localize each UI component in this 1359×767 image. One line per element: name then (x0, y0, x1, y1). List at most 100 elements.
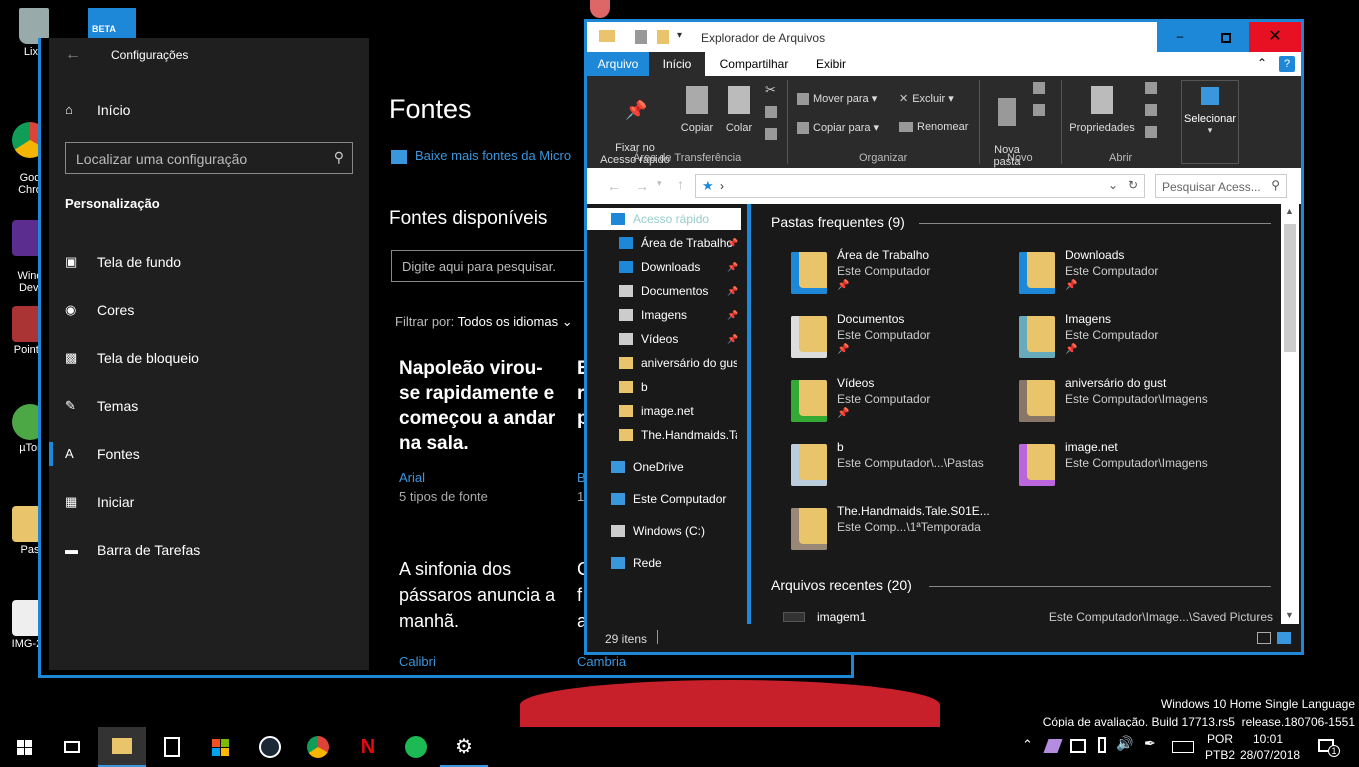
nav-item-onedrive[interactable]: OneDrive (587, 456, 747, 478)
font-search-input[interactable]: Digite aqui para pesquisar. (391, 250, 591, 282)
cut-icon[interactable]: ✂ (765, 82, 776, 98)
pen-icon[interactable] (1043, 739, 1063, 753)
edit-icon[interactable] (1145, 104, 1157, 116)
store-link[interactable]: Baixe mais fontes da Micro (391, 148, 571, 164)
tab-inicio[interactable]: Início (649, 52, 705, 76)
open-icon[interactable] (1145, 82, 1157, 94)
folder-tile[interactable]: Documentos Este Computador 📌 (791, 312, 1021, 372)
settings-home[interactable]: ⌂ Início (65, 96, 130, 124)
show-hidden-icons[interactable]: ⌃ (1022, 737, 1033, 753)
sidebar-item-fontes[interactable]: A​ Fontes (65, 440, 140, 468)
folder-tile[interactable]: Área de Trabalho Este Computador 📌 (791, 248, 1021, 308)
start-button[interactable] (0, 727, 48, 767)
language-indicator[interactable]: POR PTB2 (1200, 731, 1240, 763)
sidebar-item-tela-de-fundo[interactable]: ▣ Tela de fundo (65, 248, 181, 276)
tab-arquivo[interactable]: Arquivo (587, 52, 649, 76)
new-folder-quick-icon[interactable] (657, 30, 669, 44)
explorer-search-box[interactable]: Pesquisar Acess... ⚲ (1155, 174, 1287, 198)
maximize-button[interactable] (1203, 22, 1249, 52)
scrollbar[interactable]: ▲ ▼ (1281, 204, 1299, 624)
keyboard-icon[interactable] (1172, 741, 1194, 753)
folder-tile[interactable]: Downloads Este Computador 📌 (1019, 248, 1249, 308)
history-icon[interactable] (1145, 126, 1157, 138)
folder-tile[interactable]: Imagens Este Computador 📌 (1019, 312, 1249, 372)
minimize-button[interactable]: – (1157, 22, 1203, 52)
nav-item-the-handmaids-tal[interactable]: The.Handmaids.Tal (587, 424, 747, 446)
nav-item-este-computador[interactable]: Este Computador (587, 488, 747, 510)
store-taskbar-button[interactable] (196, 727, 244, 767)
copy-path-icon[interactable] (765, 106, 777, 118)
folder-tile[interactable]: image.net Este Computador\Imagens (1019, 440, 1249, 500)
tab-exibir[interactable]: Exibir (801, 52, 861, 76)
easy-access-icon[interactable] (1033, 104, 1045, 116)
volume-icon[interactable]: 🔊 (1116, 735, 1133, 752)
folder-tile[interactable]: Vídeos Este Computador 📌 (791, 376, 1021, 436)
nav-item-windows-c-[interactable]: Windows (C:) (587, 520, 747, 542)
sidebar-item-tela-de-bloqueio[interactable]: ▩ Tela de bloqueio (65, 344, 199, 372)
nav-item-image-net[interactable]: image.net (587, 400, 747, 422)
up-arrow-icon[interactable]: ↑ (677, 176, 684, 192)
sidebar-item-iniciar[interactable]: ▦ Iniciar (65, 488, 134, 516)
tab-compartilhar[interactable]: Compartilhar (711, 52, 797, 76)
network-tray-icon[interactable] (1070, 739, 1086, 753)
explorer-titlebar[interactable]: ▾ Explorador de Arquivos – ✕ (587, 22, 1301, 52)
move-to-button[interactable]: Mover para ▾ (797, 92, 877, 106)
sidebar-item-temas[interactable]: ✎ Temas (65, 392, 138, 420)
nav-item-acesso-r-pido[interactable]: Acesso rápido (587, 208, 741, 230)
copy-button[interactable]: Copiar (679, 84, 715, 134)
beta-app-icon[interactable]: BETA (88, 8, 136, 40)
nav-item-anivers-rio-do-gust[interactable]: aniversário do gust (587, 352, 747, 374)
netflix-taskbar-button[interactable]: N (344, 727, 392, 767)
paste-button[interactable]: Colar (721, 84, 757, 134)
details-view-icon[interactable] (1257, 632, 1271, 644)
calculator-taskbar-button[interactable] (148, 727, 196, 767)
back-arrow-icon[interactable]: ← (607, 178, 621, 194)
large-icons-view-icon[interactable] (1277, 632, 1291, 644)
scroll-up-icon[interactable]: ▲ (1285, 206, 1294, 216)
sidebar-item-barra-de-tarefas[interactable]: ▬ Barra de Tarefas (65, 536, 200, 564)
nav-item-b[interactable]: b (587, 376, 747, 398)
select-button[interactable]: Selecionar ▾ (1181, 80, 1239, 164)
nav-item-documentos[interactable]: Documentos 📌 (587, 280, 747, 302)
back-button[interactable]: ← (65, 46, 81, 64)
action-center-button[interactable]: 1 (1316, 735, 1340, 759)
battery-icon[interactable] (1098, 737, 1106, 753)
frequent-heading[interactable]: Pastas frequentes (9) (771, 214, 905, 230)
task-view-button[interactable] (48, 727, 96, 767)
ink-icon[interactable]: ✒ (1144, 735, 1156, 752)
settings-search-box[interactable]: Localizar uma configuração ⚲ (65, 142, 353, 174)
forward-arrow-icon[interactable]: → (635, 178, 649, 194)
refresh-icon[interactable]: ↻ (1128, 178, 1138, 192)
copy-to-button[interactable]: Copiar para ▾ (797, 121, 879, 135)
scroll-down-icon[interactable]: ▼ (1285, 610, 1294, 620)
sidebar-item-cores[interactable]: ◉ Cores (65, 296, 134, 324)
recent-locations-icon[interactable]: ▾ (657, 178, 662, 189)
nav-item-rede[interactable]: Rede (587, 552, 747, 574)
chrome-taskbar-button[interactable] (294, 727, 342, 767)
customize-quick-access-icon[interactable]: ▾ (677, 30, 682, 41)
paste-shortcut-icon[interactable] (765, 128, 777, 140)
nav-item-v-deos[interactable]: Vídeos 📌 (587, 328, 747, 350)
help-icon[interactable]: ? (1279, 56, 1295, 72)
delete-button[interactable]: ✕ Excluir ▾ (899, 92, 954, 105)
folder-tile[interactable]: aniversário do gust Este Computador\Image… (1019, 376, 1249, 436)
new-item-icon[interactable] (1033, 82, 1045, 94)
recent-heading[interactable]: Arquivos recentes (20) (771, 577, 912, 593)
nav-item-downloads[interactable]: Downloads 📌 (587, 256, 747, 278)
spotify-taskbar-button[interactable] (392, 727, 440, 767)
close-button[interactable]: ✕ (1249, 22, 1301, 52)
filter-dropdown[interactable]: Todos os idiomas (458, 314, 558, 329)
folder-tile[interactable]: b Este Computador\...\Pastas (791, 440, 1021, 500)
font-card-calibri[interactable]: A sinfonia dos pássaros anuncia a manhã.… (399, 556, 559, 669)
nav-item-imagens[interactable]: Imagens 📌 (587, 304, 747, 326)
clock[interactable]: 10:01 28/07/2018 (1240, 731, 1300, 763)
folder-tile[interactable]: The.Handmaids.Tale.S01E... Este Comp...\1… (791, 504, 1021, 564)
chevron-up-icon[interactable]: ⌃ (1257, 56, 1267, 70)
font-card-arial[interactable]: Napoleão virou-se rapidamente e começou … (399, 356, 559, 504)
properties-button[interactable]: Propriedades (1067, 84, 1137, 134)
steam-taskbar-button[interactable] (246, 727, 294, 767)
nav-item--rea-de-trabalho[interactable]: Área de Trabalho 📌 (587, 232, 747, 254)
properties-quick-icon[interactable] (635, 30, 647, 44)
rename-button[interactable]: Renomear (899, 121, 968, 133)
settings-taskbar-button[interactable]: ⚙ (440, 727, 488, 767)
